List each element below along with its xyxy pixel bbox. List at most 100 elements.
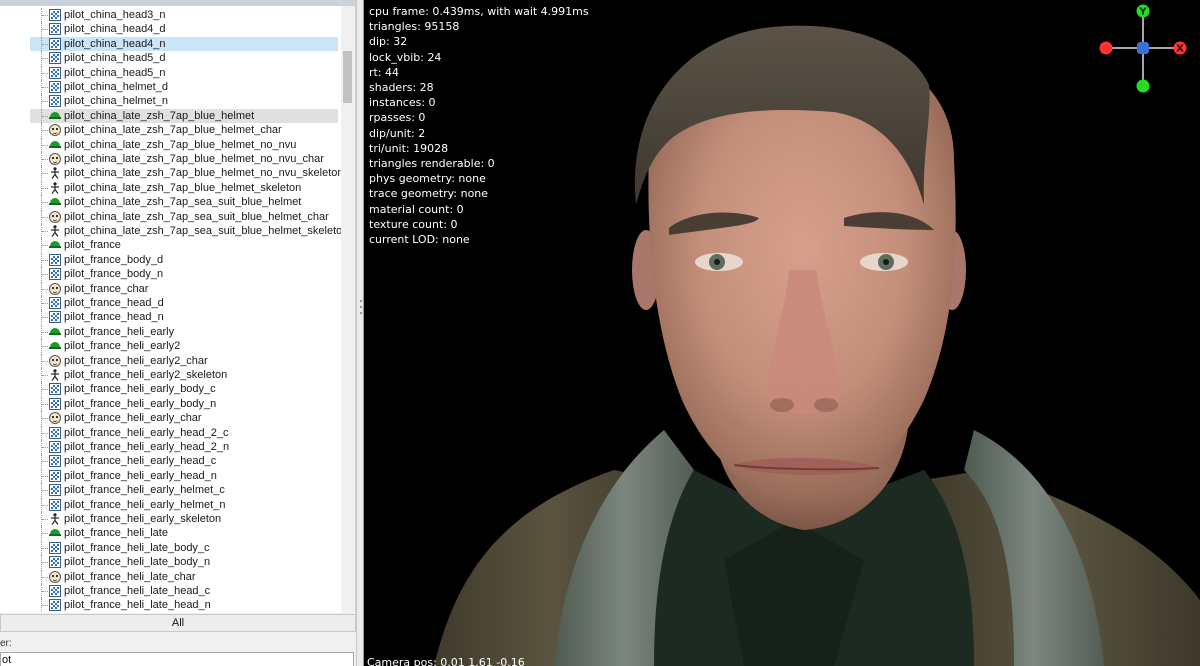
stat-line: phys geometry: none — [369, 172, 486, 186]
tree-item[interactable]: pilot_china_late_zsh_7ap_sea_suit_blue_h… — [0, 209, 342, 224]
tree-connector — [41, 584, 49, 598]
tree-connector — [41, 123, 49, 138]
tree-item[interactable]: pilot_france_heli_early_head_2_n — [0, 440, 342, 454]
tree-item[interactable]: pilot_france_heli_early_head_2_c — [0, 425, 342, 440]
face-icon — [49, 153, 61, 165]
face-icon — [49, 354, 61, 367]
texture-icon — [49, 81, 61, 93]
all-button[interactable]: All — [0, 614, 356, 632]
tree-item[interactable]: pilot_china_late_zsh_7ap_blue_helmet_ske… — [0, 180, 342, 195]
stat-line: triangles: 95158 — [369, 20, 460, 34]
axis-gizmo[interactable]: Y X — [1097, 0, 1197, 95]
gizmo-y-negative[interactable] — [1136, 79, 1150, 93]
tree-item[interactable]: pilot_france_head_n — [0, 310, 342, 325]
tree-item[interactable]: pilot_france_heli_late_head_n — [0, 598, 342, 613]
tree-item[interactable]: pilot_china_head4_n — [0, 36, 342, 51]
tree-item[interactable]: pilot_france_heli_late_body_c — [0, 540, 342, 555]
tree-connector — [41, 8, 49, 22]
tree-item[interactable]: pilot_france_heli_early_body_n — [0, 396, 342, 411]
stat-line: rt: 44 — [369, 65, 400, 79]
panel-splitter[interactable] — [356, 0, 364, 666]
tree-item-label: pilot_france_body_n — [64, 268, 164, 281]
tree-item[interactable]: pilot_france_heli_early — [0, 324, 342, 339]
tree-item[interactable]: pilot_china_helmet_n — [0, 94, 342, 109]
asset-tree[interactable]: pilot_china_head3_n pilot_china_head4_d pi… — [0, 6, 356, 613]
tree-connector — [41, 396, 49, 411]
tree-item[interactable]: pilot_china_late_zsh_7ap_blue_helmet_no_… — [0, 166, 344, 181]
tree-item-label: pilot_france_heli_late_char — [64, 570, 196, 583]
tree-item[interactable]: pilot_china_late_zsh_7ap_blue_helmet_cha… — [0, 123, 342, 138]
helmet-icon — [49, 326, 61, 338]
tree-item[interactable]: pilot_france_heli_early2_skeleton — [0, 368, 342, 382]
tree-item[interactable]: pilot_france_heli_early2_char — [0, 353, 342, 368]
tree-item[interactable]: pilot_france_heli_early2 — [0, 339, 342, 354]
gizmo-x-negative[interactable] — [1099, 41, 1113, 55]
tree-item[interactable]: pilot_france_heli_early_char — [0, 411, 342, 426]
tree-item[interactable]: pilot_france_heli_early_head_n — [0, 468, 342, 483]
texture-icon — [49, 426, 61, 439]
tree-connector — [41, 80, 49, 94]
tree-item-label: pilot_france_heli_early_body_c — [64, 383, 216, 396]
tree-item-label: pilot_france_head_n — [64, 311, 164, 324]
tree-item[interactable]: pilot_france_heli_late_char — [0, 569, 342, 584]
texture-icon — [49, 23, 61, 36]
tree-item[interactable]: pilot_china_head5_n — [0, 65, 342, 80]
tree-item[interactable]: pilot_france — [0, 238, 342, 253]
tree-connector — [41, 166, 49, 181]
tree-item[interactable]: pilot_china_head4_d — [0, 22, 342, 37]
tree-item[interactable]: pilot_france_heli_late_head_c — [0, 584, 342, 598]
tree-item-label: pilot_france_heli_early_skeleton — [64, 513, 222, 525]
stat-line: dip: 32 — [369, 35, 408, 49]
skeleton-icon — [49, 369, 61, 381]
skeleton-icon — [49, 181, 61, 194]
scrollbar-thumb[interactable] — [343, 51, 352, 103]
3d-viewport[interactable]: cpu frame: 0.439ms, with wait 4.991ms tri… — [364, 0, 1200, 666]
tree-connector — [41, 137, 49, 152]
tree-connector — [41, 310, 49, 325]
texture-icon — [49, 484, 61, 497]
helmet-icon — [49, 196, 61, 208]
tree-item[interactable]: pilot_france_heli_early_head_c — [0, 454, 342, 469]
tree-item-label: pilot_france_heli_late_body_n — [64, 556, 211, 569]
tree-item[interactable]: pilot_china_head3_n — [0, 8, 342, 22]
tree-item[interactable]: pilot_france_body_d — [0, 252, 342, 267]
tree-item[interactable]: pilot_france_char — [0, 281, 342, 296]
gizmo-x-label: X — [1176, 44, 1184, 55]
tree-connector — [41, 94, 49, 109]
tree-item-label: pilot_france_heli_early_head_2_c — [64, 426, 229, 439]
tree-item[interactable]: pilot_china_late_zsh_7ap_blue_helmet_no_… — [0, 152, 342, 166]
texture-icon — [49, 9, 61, 21]
face-icon — [49, 570, 61, 583]
tree-item[interactable]: pilot_france_heli_early_skeleton — [0, 512, 342, 526]
gizmo-z-axis[interactable] — [1137, 42, 1149, 54]
texture-icon — [49, 268, 61, 281]
tree-item[interactable]: pilot_france_heli_early_helmet_n — [0, 497, 342, 512]
tree-item[interactable]: pilot_france_heli_early_body_c — [0, 382, 342, 397]
tree-item[interactable]: pilot_france_body_n — [0, 267, 342, 282]
tree-connector — [41, 598, 49, 613]
tree-item-label: pilot_france_heli_early2_char — [64, 354, 208, 367]
tree-item-label: pilot_france_heli_early_helmet_n — [64, 498, 226, 511]
tree-item[interactable]: pilot_china_late_zsh_7ap_blue_helmet_no_… — [0, 137, 342, 152]
stat-line: rpasses: 0 — [369, 111, 426, 125]
tree-item[interactable]: pilot_china_late_zsh_7ap_sea_suit_blue_h… — [0, 195, 342, 210]
tree-item-label: pilot_china_head3_n — [64, 9, 166, 21]
tree-item[interactable]: pilot_china_helmet_d — [0, 80, 342, 94]
tree-item-label: pilot_china_helmet_n — [64, 95, 168, 108]
tree-item[interactable]: pilot_china_late_zsh_7ap_blue_helmet — [0, 108, 342, 123]
tree-connector — [41, 180, 49, 195]
stat-line: texture count: 0 — [369, 217, 458, 231]
tree-item[interactable]: pilot_china_late_zsh_7ap_sea_suit_blue_h… — [0, 224, 348, 238]
tree-item-label: pilot_china_head4_n — [64, 37, 166, 50]
tree-scrollbar[interactable] — [341, 6, 355, 613]
tree-item[interactable]: pilot_france_head_d — [0, 296, 342, 310]
render-stats-overlay: cpu frame: 0.439ms, with wait 4.991ms tri… — [369, 4, 589, 247]
tree-item-label: pilot_france_char — [64, 282, 149, 295]
tree-item[interactable]: pilot_france_heli_late — [0, 526, 342, 541]
stat-line: tri/unit: 19028 — [369, 141, 449, 155]
tree-item[interactable]: pilot_france_heli_early_helmet_c — [0, 483, 342, 498]
texture-icon — [49, 498, 61, 511]
filter-input[interactable]: ot — [0, 652, 354, 666]
tree-item[interactable]: pilot_china_head5_d — [0, 51, 342, 66]
tree-item[interactable]: pilot_france_heli_late_body_n — [0, 555, 342, 570]
